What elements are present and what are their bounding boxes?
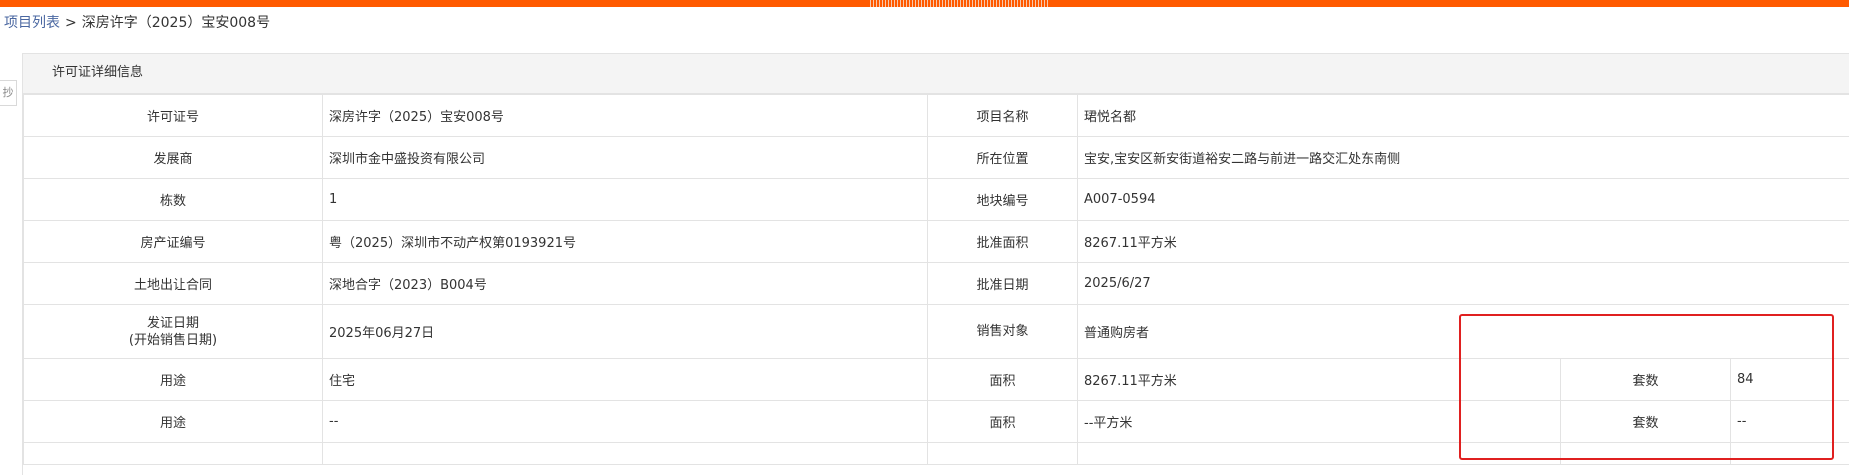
table-row: 发展商 深圳市金中盛投资有限公司 所在位置 宝安,宝安区新安街道裕安二路与前进一… (23, 136, 1849, 179)
area-label: 面积 (927, 358, 1078, 401)
usage-value: -- (322, 400, 928, 443)
parcel-no-value: A007-0594 (1077, 178, 1849, 221)
parcel-no-label: 地块编号 (927, 178, 1078, 221)
table-row: 发证日期 (开始销售日期) 2025年06月27日 销售对象 普通购房者 (23, 304, 1849, 359)
units-value: -- (1730, 400, 1849, 443)
issue-date-label: 发证日期 (开始销售日期) (23, 304, 323, 359)
empty-cell (322, 442, 928, 465)
area-value: 8267.11平方米 (1077, 358, 1561, 401)
issue-date-label-line2: (开始销售日期) (128, 332, 218, 348)
license-detail-table: 许可证号 深房许字（2025）宝安008号 项目名称 珺悦名都 发展商 深圳市金… (23, 94, 1849, 465)
developer-label: 发展商 (23, 136, 323, 179)
license-detail-panel: 许可证详细信息 许可证号 深房许字（2025）宝安008号 项目名称 珺悦名都 … (22, 53, 1849, 475)
units-label: 套数 (1560, 400, 1731, 443)
approved-area-label: 批准面积 (927, 220, 1078, 263)
location-value: 宝安,宝安区新安街道裕安二路与前进一路交汇处东南侧 (1077, 136, 1849, 179)
license-no-label: 许可证号 (23, 94, 323, 137)
side-collapse-tab[interactable]: 抄 (0, 80, 17, 106)
property-cert-value: 粤（2025）深圳市不动产权第0193921号 (322, 220, 928, 263)
empty-cell (1730, 442, 1849, 465)
developer-value: 深圳市金中盛投资有限公司 (322, 136, 928, 179)
table-row: 土地出让合同 深地合字（2023）B004号 批准日期 2025/6/27 (23, 262, 1849, 305)
usage-value: 住宅 (322, 358, 928, 401)
buildings-value: 1 (322, 178, 928, 221)
sales-target-value: 普通购房者 (1077, 304, 1849, 359)
top-bar-texture (870, 0, 1050, 7)
table-row: 用途 住宅 面积 8267.11平方米 套数 84 (23, 358, 1849, 401)
units-value: 84 (1730, 358, 1849, 401)
location-label: 所在位置 (927, 136, 1078, 179)
buildings-label: 栋数 (23, 178, 323, 221)
usage-label: 用途 (23, 400, 323, 443)
license-no-value: 深房许字（2025）宝安008号 (322, 94, 928, 137)
land-contract-label: 土地出让合同 (23, 262, 323, 305)
project-name-value: 珺悦名都 (1077, 94, 1849, 137)
approval-date-label: 批准日期 (927, 262, 1078, 305)
usage-label: 用途 (23, 358, 323, 401)
land-contract-value: 深地合字（2023）B004号 (322, 262, 928, 305)
approval-date-value: 2025/6/27 (1077, 262, 1849, 305)
table-row: 许可证号 深房许字（2025）宝安008号 项目名称 珺悦名都 (23, 94, 1849, 137)
area-label: 面积 (927, 400, 1078, 443)
empty-cell (1077, 442, 1561, 465)
project-name-label: 项目名称 (927, 94, 1078, 137)
approved-area-value: 8267.11平方米 (1077, 220, 1849, 263)
panel-title: 许可证详细信息 (23, 54, 1849, 94)
table-row: 用途 -- 面积 --平方米 套数 -- (23, 400, 1849, 443)
breadcrumb-project-list-link[interactable]: 项目列表 (4, 15, 60, 31)
table-row: 栋数 1 地块编号 A007-0594 (23, 178, 1849, 221)
units-label: 套数 (1560, 358, 1731, 401)
issue-date-label-line1: 发证日期 (146, 315, 199, 331)
table-row: 房产证编号 粤（2025）深圳市不动产权第0193921号 批准面积 8267.… (23, 220, 1849, 263)
breadcrumb-separator: > (65, 15, 77, 31)
empty-cell (1560, 442, 1731, 465)
empty-cell (927, 442, 1078, 465)
property-cert-label: 房产证编号 (23, 220, 323, 263)
top-orange-bar (0, 0, 1849, 7)
breadcrumb: 项目列表 > 深房许字（2025）宝安008号 (4, 12, 270, 32)
empty-cell (23, 442, 323, 465)
breadcrumb-current: 深房许字（2025）宝安008号 (81, 15, 271, 31)
area-value: --平方米 (1077, 400, 1561, 443)
issue-date-value: 2025年06月27日 (322, 304, 928, 359)
table-row (23, 442, 1849, 465)
sales-target-label: 销售对象 (927, 304, 1078, 359)
